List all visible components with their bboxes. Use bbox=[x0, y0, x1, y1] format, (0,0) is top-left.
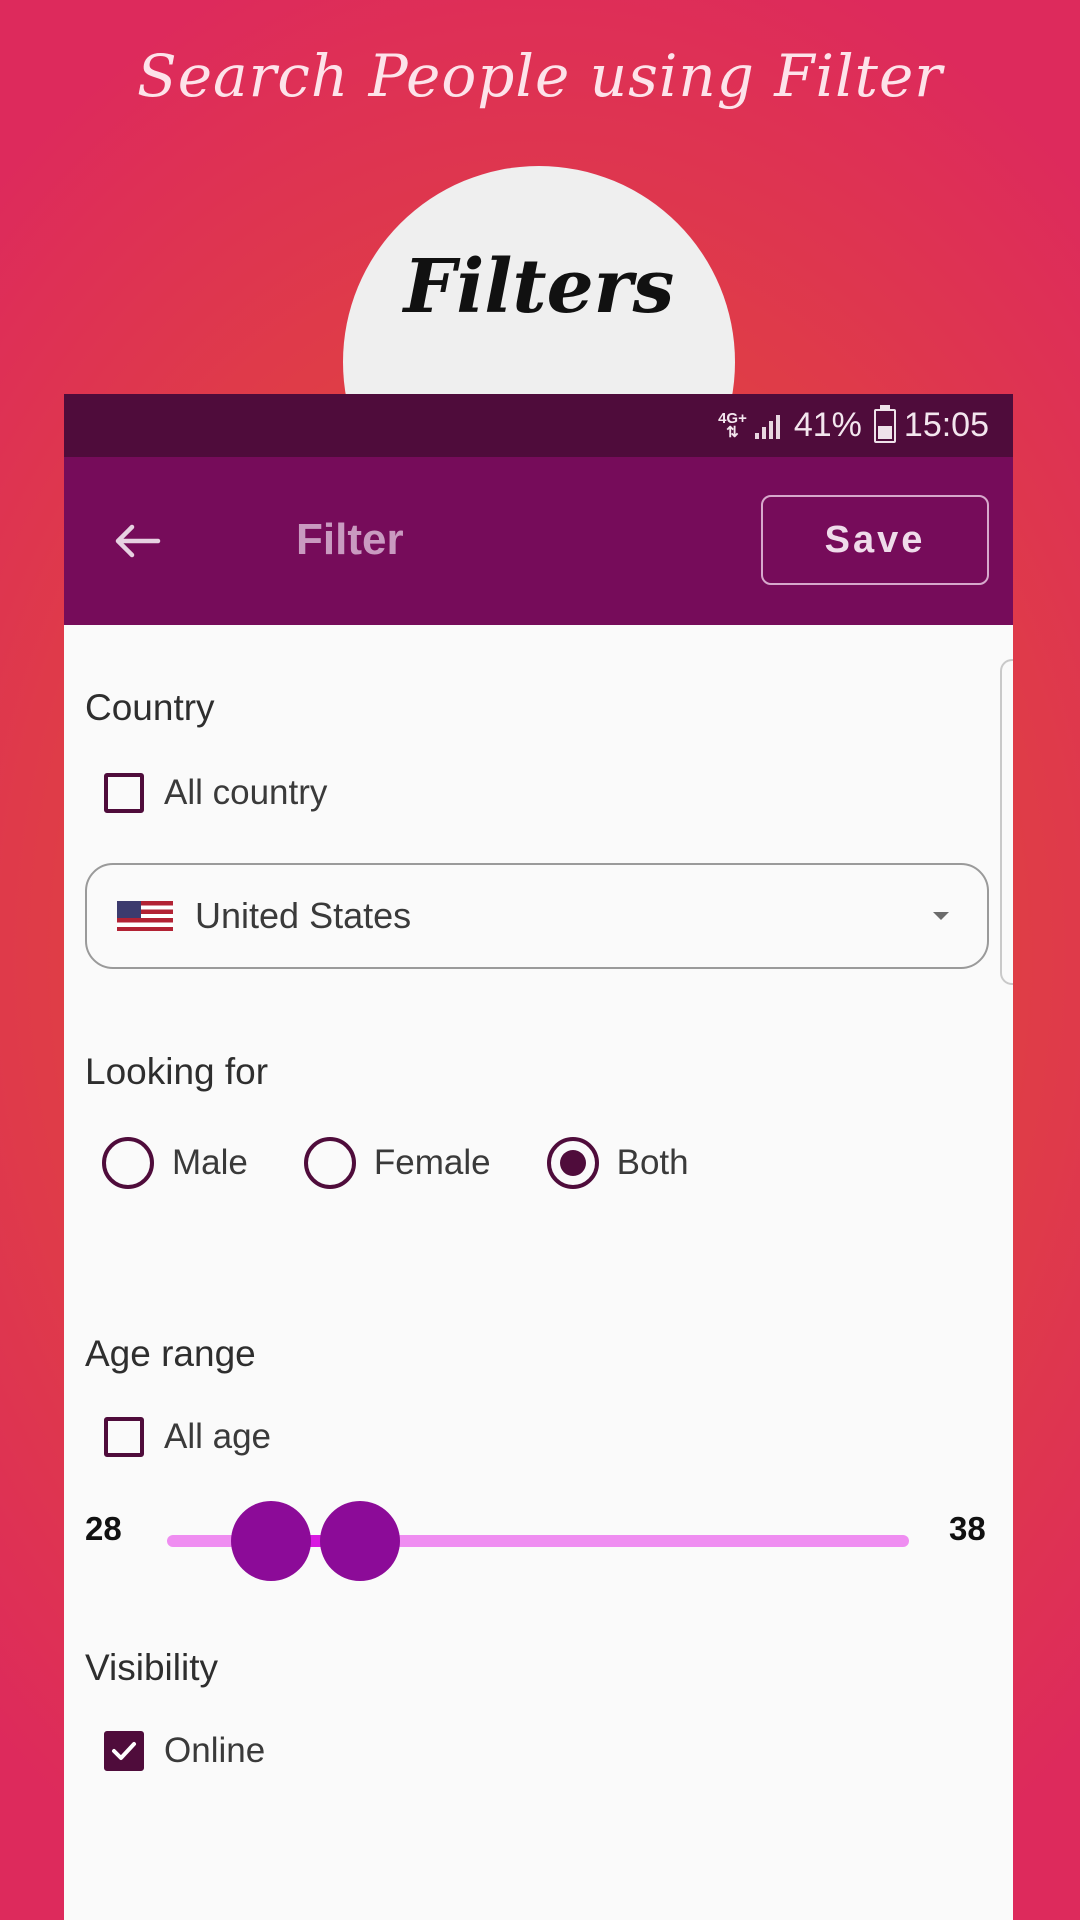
all-age-checkbox[interactable] bbox=[104, 1417, 144, 1457]
country-dropdown[interactable]: United States bbox=[85, 863, 989, 969]
all-country-label: All country bbox=[164, 773, 328, 812]
radio-male[interactable] bbox=[102, 1137, 154, 1189]
age-slider-thumb-min[interactable] bbox=[230, 1501, 311, 1581]
radio-option-both[interactable]: Both bbox=[546, 1137, 689, 1189]
age-slider-thumb-max[interactable] bbox=[319, 1501, 400, 1581]
online-checkbox-row[interactable]: Online bbox=[104, 1731, 265, 1771]
promo-headline: Search People using Filter bbox=[136, 42, 944, 110]
country-selected-value: United States bbox=[195, 895, 412, 936]
all-age-checkbox-row[interactable]: All age bbox=[104, 1417, 271, 1457]
us-flag-icon bbox=[117, 901, 173, 931]
promo-circle-label: Filters bbox=[403, 244, 675, 330]
page-title: Filter bbox=[296, 515, 404, 564]
online-label: Online bbox=[164, 1731, 266, 1770]
all-country-checkbox[interactable] bbox=[104, 773, 144, 813]
age-min-value: 28 bbox=[85, 1510, 122, 1547]
all-country-checkbox-row[interactable]: All country bbox=[104, 773, 327, 813]
age-max-value: 38 bbox=[949, 1510, 986, 1547]
chevron-down-icon bbox=[933, 912, 949, 920]
save-button[interactable]: Save bbox=[761, 495, 989, 585]
status-bar: 4G+ ⇅ 41% 15:05 bbox=[64, 394, 1013, 457]
back-button[interactable] bbox=[110, 515, 162, 567]
gender-radio-group: Male Female Both bbox=[102, 1137, 745, 1189]
phone-screen: 4G+ ⇅ 41% 15:05 Filter Save Country All c… bbox=[64, 394, 1013, 1920]
visibility-section-title: Visibility bbox=[85, 1647, 218, 1688]
network-type-icon: 4G+ ⇅ bbox=[718, 409, 747, 441]
radio-both[interactable] bbox=[546, 1137, 599, 1189]
clock: 15:05 bbox=[903, 406, 989, 444]
all-age-label: All age bbox=[164, 1417, 272, 1456]
arrow-left-icon bbox=[115, 524, 161, 558]
battery-percent: 41% bbox=[793, 406, 862, 444]
radio-label-male: Male bbox=[172, 1143, 248, 1182]
battery-icon bbox=[873, 404, 896, 443]
app-bar: Filter Save bbox=[64, 457, 1013, 625]
filter-form: Country All country United States Lookin… bbox=[64, 625, 1013, 1920]
looking-for-section-title: Looking for bbox=[85, 1051, 269, 1092]
checkmark-icon bbox=[112, 1742, 136, 1760]
radio-option-female[interactable]: Female bbox=[303, 1137, 491, 1189]
age-range-section-title: Age range bbox=[85, 1333, 256, 1374]
radio-option-male[interactable]: Male bbox=[102, 1137, 248, 1189]
radio-label-female: Female bbox=[373, 1143, 491, 1182]
card-edge bbox=[1000, 659, 1013, 985]
radio-female[interactable] bbox=[303, 1137, 356, 1189]
country-section-title: Country bbox=[85, 687, 215, 728]
radio-label-both: Both bbox=[616, 1143, 689, 1182]
online-checkbox[interactable] bbox=[104, 1731, 144, 1771]
signal-strength-icon bbox=[754, 413, 780, 439]
